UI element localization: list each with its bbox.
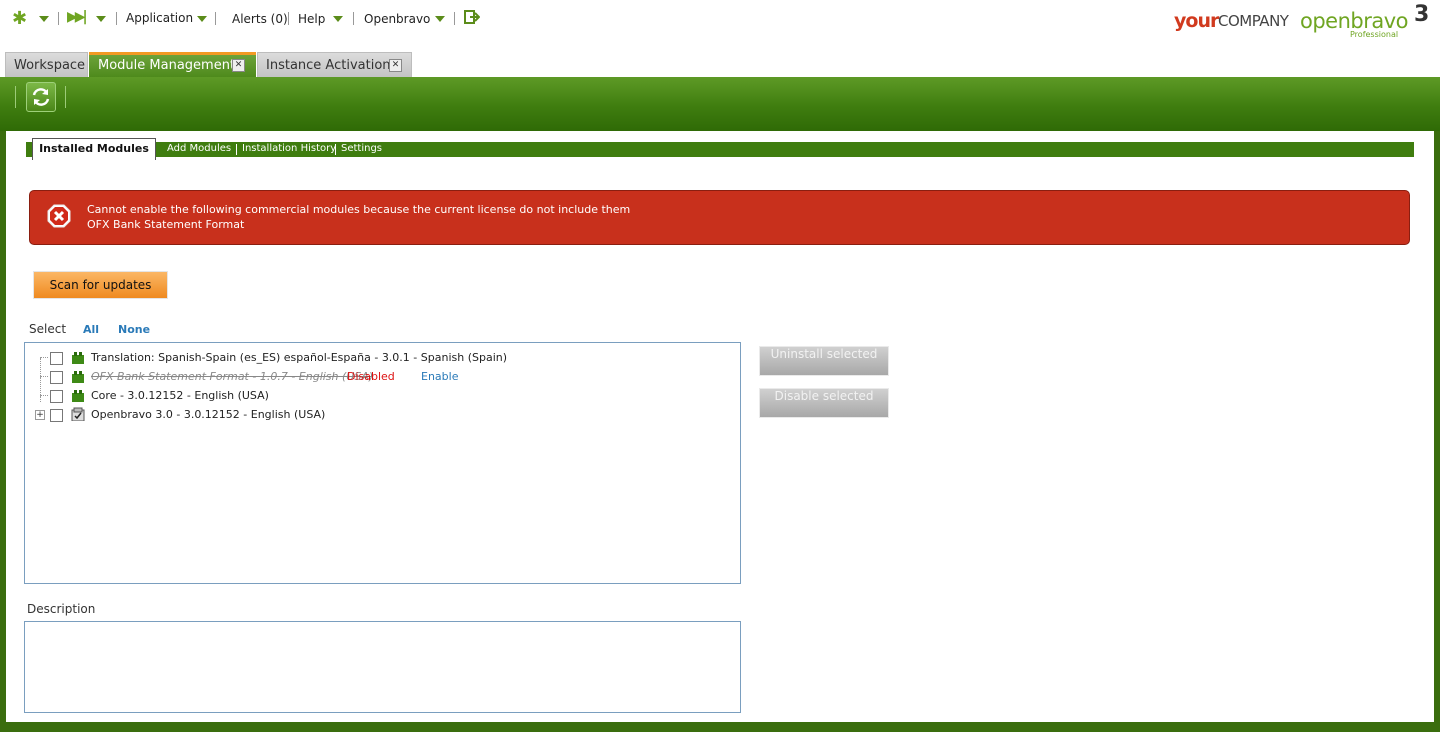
list-item: + Openbravo 3.0 - 3.0.12152 - English (U… bbox=[34, 396, 734, 424]
close-icon[interactable]: ✕ bbox=[389, 59, 402, 72]
tab-instance-activation[interactable]: Instance Activation ✕ bbox=[257, 52, 412, 77]
company-logo: your bbox=[1174, 10, 1219, 32]
openbravo-version: 3 bbox=[1414, 2, 1430, 27]
tab-label: Instance Activation bbox=[266, 58, 391, 73]
openbravo-edition: Professional bbox=[1350, 30, 1399, 39]
tree-connector bbox=[40, 376, 48, 377]
subtab-separator bbox=[236, 144, 237, 155]
module-name: Openbravo 3.0 - 3.0.12152 - English (USA… bbox=[91, 408, 326, 421]
tree-connector bbox=[40, 395, 48, 396]
module-checkbox[interactable] bbox=[50, 352, 63, 365]
quick-launch-dropdown-icon[interactable] bbox=[96, 16, 106, 22]
frame-bottom bbox=[0, 722, 1440, 732]
frame-left bbox=[0, 131, 6, 732]
subtab-separator bbox=[335, 144, 336, 155]
package-icon bbox=[71, 407, 85, 421]
module-checkbox[interactable] bbox=[50, 371, 63, 384]
module-icon bbox=[72, 371, 84, 383]
toolbar-separator bbox=[15, 86, 16, 108]
module-name: OFX Bank Statement Format - 1.0.7 - Engl… bbox=[91, 370, 374, 383]
select-none-link[interactable]: None bbox=[118, 323, 150, 336]
user-menu[interactable]: Openbravo bbox=[364, 12, 430, 26]
tab-label: Workspace bbox=[14, 58, 86, 73]
toolbar bbox=[0, 77, 1440, 131]
quick-create-icon[interactable]: ✱ bbox=[12, 8, 27, 29]
tab-module-management[interactable]: Module Management ✕ bbox=[89, 52, 256, 77]
subtab-installed-modules[interactable]: Installed Modules bbox=[32, 138, 156, 160]
error-message-text: Cannot enable the following commercial m… bbox=[87, 203, 631, 216]
refresh-button[interactable] bbox=[26, 82, 56, 112]
list-item: Translation: Spanish-Spain (es_ES) españ… bbox=[34, 349, 734, 367]
enable-module-link[interactable]: Enable bbox=[421, 370, 458, 383]
tab-workspace[interactable]: Workspace bbox=[5, 52, 88, 77]
tab-label: Module Management bbox=[98, 58, 236, 73]
module-status: Disabled bbox=[347, 370, 395, 383]
help-dropdown-icon[interactable] bbox=[333, 16, 343, 22]
application-menu[interactable]: Application bbox=[126, 11, 193, 25]
subtab-bar bbox=[26, 142, 1414, 157]
error-module-name: OFX Bank Statement Format bbox=[87, 218, 245, 231]
alerts-link[interactable]: Alerts (0) bbox=[232, 12, 288, 26]
select-all-link[interactable]: All bbox=[83, 323, 99, 336]
application-dropdown-icon[interactable] bbox=[197, 16, 207, 22]
nav-separator bbox=[353, 12, 354, 25]
list-item: OFX Bank Statement Format - 1.0.7 - Engl… bbox=[34, 358, 734, 386]
logout-icon[interactable] bbox=[464, 10, 480, 24]
subtab-settings[interactable]: Settings bbox=[341, 143, 382, 154]
nav-separator bbox=[116, 12, 117, 25]
uninstall-selected-button[interactable]: Uninstall selected bbox=[759, 346, 889, 376]
nav-separator bbox=[454, 12, 455, 25]
subtab-add-modules[interactable]: Add Modules bbox=[167, 143, 231, 154]
disable-selected-button[interactable]: Disable selected bbox=[759, 388, 889, 418]
company-logo-text: COMPANY bbox=[1218, 12, 1289, 30]
description-box bbox=[24, 621, 741, 713]
subtab-installation-history[interactable]: Installation History bbox=[242, 143, 336, 154]
tree-connector bbox=[40, 396, 41, 402]
module-checkbox[interactable] bbox=[50, 390, 63, 403]
select-label: Select bbox=[29, 322, 67, 336]
module-icon bbox=[72, 352, 84, 364]
nav-separator bbox=[215, 12, 216, 25]
error-icon bbox=[47, 204, 71, 228]
top-navigation-bar: ✱ ▶▶| Application Alerts (0) Help Openbr… bbox=[0, 0, 1440, 48]
tree-connector bbox=[40, 358, 41, 376]
refresh-icon bbox=[32, 88, 50, 106]
quick-create-dropdown-icon[interactable] bbox=[39, 16, 49, 22]
module-icon bbox=[72, 390, 84, 402]
scan-for-updates-button[interactable]: Scan for updates bbox=[33, 271, 168, 299]
frame-right bbox=[1434, 131, 1440, 732]
nav-separator bbox=[288, 12, 289, 25]
module-checkbox[interactable] bbox=[50, 409, 63, 422]
close-icon[interactable]: ✕ bbox=[232, 59, 245, 72]
nav-separator bbox=[58, 12, 59, 25]
toolbar-separator bbox=[65, 86, 66, 108]
tree-connector bbox=[40, 377, 41, 395]
list-item: Core - 3.0.12152 - English (USA) bbox=[34, 377, 734, 405]
module-name: Translation: Spanish-Spain (es_ES) españ… bbox=[91, 351, 508, 364]
description-label: Description bbox=[27, 602, 96, 616]
user-dropdown-icon[interactable] bbox=[435, 16, 445, 22]
tree-connector bbox=[40, 357, 48, 358]
expand-icon[interactable]: + bbox=[35, 410, 45, 420]
help-menu[interactable]: Help bbox=[298, 12, 325, 26]
module-name: Core - 3.0.12152 - English (USA) bbox=[91, 389, 269, 402]
quick-launch-icon[interactable]: ▶▶| bbox=[67, 9, 88, 25]
